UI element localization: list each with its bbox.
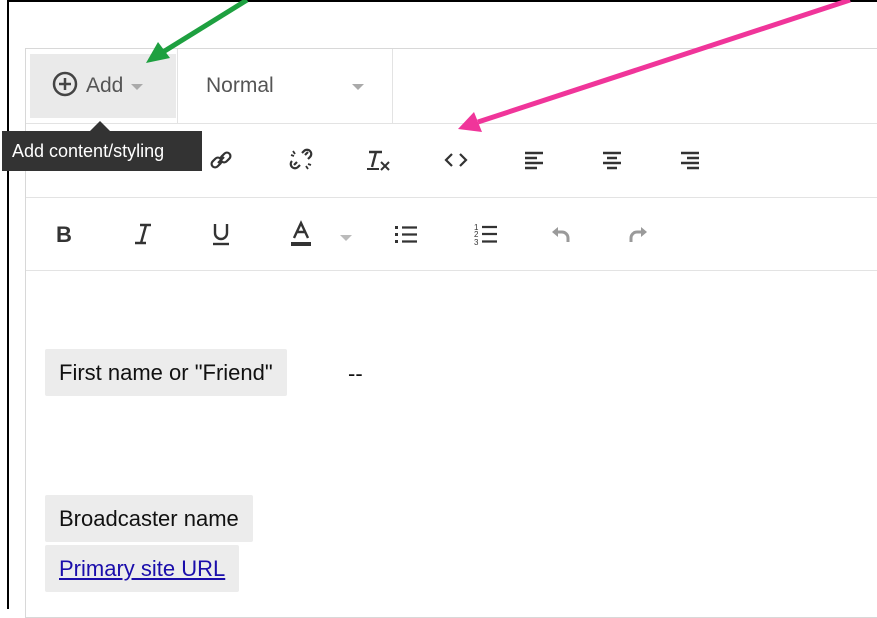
toolbar-row-1: Add Normal bbox=[26, 49, 877, 124]
redo-icon bbox=[626, 222, 650, 246]
link-button[interactable] bbox=[201, 140, 241, 180]
merge-field-label: First name or "Friend" bbox=[59, 359, 273, 385]
numbered-list-icon: 1 2 3 bbox=[473, 221, 499, 247]
divider bbox=[392, 49, 393, 123]
underline-icon bbox=[210, 221, 232, 247]
numbered-list-button[interactable]: 1 2 3 bbox=[466, 214, 506, 254]
add-content-button[interactable]: Add bbox=[30, 54, 176, 118]
align-left-button[interactable] bbox=[514, 140, 554, 180]
merge-field-first-name[interactable]: First name or "Friend" bbox=[45, 349, 287, 396]
paragraph-style-label: Normal bbox=[206, 74, 274, 97]
bullet-list-icon bbox=[393, 222, 419, 246]
align-center-icon bbox=[600, 148, 624, 172]
editor-content[interactable]: First name or "Friend" -- Broadcaster na… bbox=[26, 271, 877, 617]
clear-format-button[interactable] bbox=[358, 140, 398, 180]
toolbar-row-3: B 1 2 3 bbox=[26, 197, 877, 271]
clear-format-icon bbox=[364, 147, 392, 173]
redo-button[interactable] bbox=[618, 214, 658, 254]
code-icon bbox=[443, 147, 469, 173]
merge-field-label: Primary site URL bbox=[59, 555, 226, 581]
chevron-down-icon bbox=[340, 235, 352, 241]
add-button-label: Add bbox=[86, 74, 124, 97]
underline-button[interactable] bbox=[201, 214, 241, 254]
undo-button[interactable] bbox=[541, 214, 581, 254]
merge-field-site-url-link[interactable]: Primary site URL bbox=[45, 545, 240, 592]
chevron-down-icon bbox=[131, 84, 144, 90]
italic-button[interactable] bbox=[123, 214, 163, 254]
svg-text:3: 3 bbox=[474, 238, 479, 247]
merge-field-broadcaster-name[interactable]: Broadcaster name bbox=[45, 495, 253, 542]
chevron-down-icon bbox=[352, 84, 364, 90]
bold-icon: B bbox=[52, 222, 74, 246]
tooltip-text: Add content/styling bbox=[12, 140, 165, 161]
paragraph-style-select[interactable]: Normal bbox=[178, 49, 392, 123]
bullet-list-button[interactable] bbox=[386, 214, 426, 254]
link-icon bbox=[208, 147, 234, 173]
code-view-button[interactable] bbox=[436, 140, 476, 180]
align-left-icon bbox=[522, 148, 546, 172]
body-text: -- bbox=[348, 361, 363, 386]
tooltip: Add content/styling bbox=[2, 131, 202, 171]
tooltip-arrow bbox=[90, 121, 110, 131]
align-center-button[interactable] bbox=[592, 140, 632, 180]
svg-text:B: B bbox=[56, 222, 72, 246]
text-color-button[interactable] bbox=[281, 214, 321, 254]
bold-button[interactable]: B bbox=[43, 214, 83, 254]
plus-circle-icon bbox=[52, 71, 78, 102]
align-right-icon bbox=[678, 148, 702, 172]
undo-icon bbox=[549, 222, 573, 246]
unlink-button[interactable] bbox=[281, 140, 321, 180]
italic-icon bbox=[132, 222, 154, 246]
align-right-button[interactable] bbox=[670, 140, 710, 180]
merge-field-label: Broadcaster name bbox=[59, 505, 239, 531]
text-color-icon bbox=[289, 220, 313, 248]
unlink-icon bbox=[288, 147, 314, 173]
